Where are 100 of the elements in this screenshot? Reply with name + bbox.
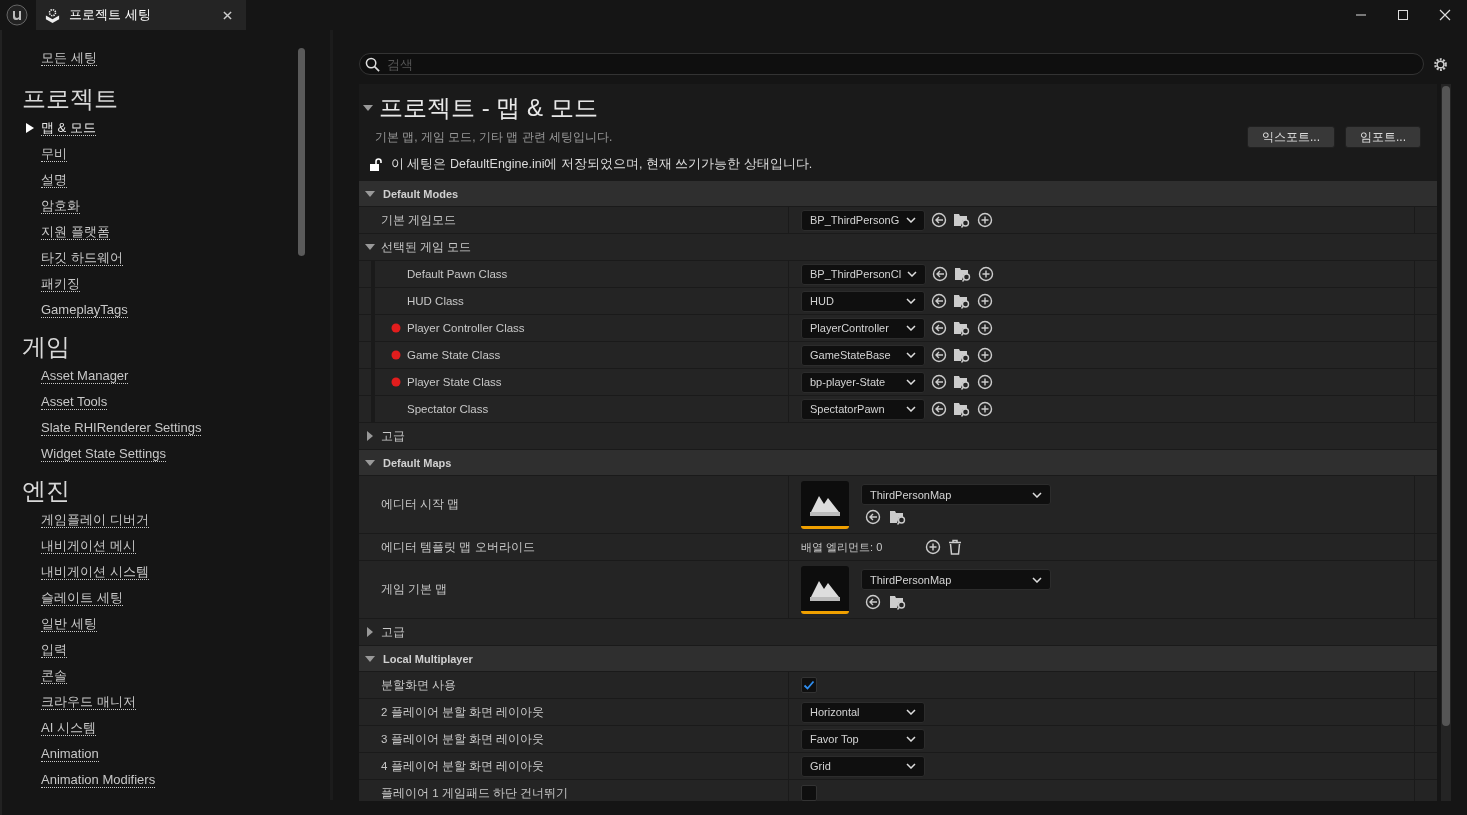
browse-folder-icon[interactable] bbox=[953, 320, 971, 336]
sidebar-item[interactable]: Asset Tools bbox=[41, 394, 108, 410]
section-header[interactable]: Local Multiplayer bbox=[359, 646, 1437, 672]
page-description: 기본 맵, 게임 모드, 기타 맵 관련 세팅입니다. bbox=[375, 128, 613, 146]
class-dropdown[interactable]: Horizontal bbox=[801, 701, 925, 723]
use-selected-icon[interactable] bbox=[931, 293, 947, 309]
chevron-icon bbox=[906, 298, 916, 304]
sidebar-item[interactable]: 일반 세팅 bbox=[41, 616, 97, 632]
class-dropdown[interactable]: BP_ThirdPersonG bbox=[801, 209, 925, 231]
property-label: 기본 게임모드 bbox=[381, 212, 457, 228]
expand-arrow-icon[interactable] bbox=[365, 627, 375, 637]
use-selected-icon[interactable] bbox=[931, 212, 947, 228]
class-dropdown[interactable]: GameStateBase bbox=[801, 344, 925, 366]
sidebar-item[interactable]: 암호화 bbox=[41, 198, 80, 214]
collapse-arrow-icon[interactable] bbox=[365, 457, 375, 468]
chevron-icon bbox=[906, 406, 916, 412]
sidebar-item[interactable]: 무비 bbox=[41, 146, 67, 162]
property-label: 4 플레이어 분할 화면 레이아웃 bbox=[381, 758, 545, 774]
class-dropdown[interactable]: SpectatorPawn bbox=[801, 398, 925, 420]
scrollbar-thumb[interactable] bbox=[1442, 86, 1450, 726]
search-field[interactable]: 검색 bbox=[359, 53, 1424, 75]
map-thumbnail[interactable] bbox=[801, 565, 849, 614]
browse-folder-icon[interactable] bbox=[889, 509, 907, 525]
class-dropdown[interactable]: BP_ThirdPersonCl bbox=[801, 263, 927, 285]
delete-icon[interactable] bbox=[947, 539, 963, 555]
property-label: Game State Class bbox=[407, 349, 501, 361]
settings-tab[interactable]: 프로젝트 세팅 bbox=[36, 0, 246, 30]
sidebar-item[interactable]: Asset Manager bbox=[41, 368, 129, 384]
maximize-icon[interactable] bbox=[1397, 9, 1409, 21]
sidebar-item[interactable]: 내비게이션 시스템 bbox=[41, 564, 149, 580]
class-dropdown[interactable]: Favor Top bbox=[801, 728, 925, 750]
class-dropdown[interactable]: bp-player-State bbox=[801, 371, 925, 393]
browse-folder-icon[interactable] bbox=[953, 401, 971, 417]
search-icon bbox=[365, 57, 380, 72]
class-dropdown[interactable]: Grid bbox=[801, 755, 925, 777]
browse-folder-icon[interactable] bbox=[953, 374, 971, 390]
property-label: 플레이어 1 게임패드 하단 건너뛰기 bbox=[381, 785, 569, 801]
sidebar-item[interactable]: AI 시스템 bbox=[41, 720, 96, 736]
add-icon[interactable] bbox=[977, 320, 993, 336]
sidebar-item[interactable]: 슬레이트 세팅 bbox=[41, 590, 123, 606]
section-header[interactable]: Default Maps bbox=[359, 450, 1437, 476]
sidebar-item[interactable]: 맵 & 모드 bbox=[41, 120, 96, 136]
sidebar-item[interactable]: Widget State Settings bbox=[41, 446, 166, 462]
all-settings-link[interactable]: 모든 세팅 bbox=[41, 50, 97, 66]
sidebar-item[interactable]: 입력 bbox=[41, 642, 67, 658]
section-header[interactable]: Default Modes bbox=[359, 181, 1437, 207]
use-selected-icon[interactable] bbox=[931, 401, 947, 417]
checkbox[interactable] bbox=[801, 785, 817, 801]
add-icon[interactable] bbox=[978, 266, 995, 282]
add-icon[interactable] bbox=[977, 293, 993, 309]
use-selected-icon[interactable] bbox=[865, 594, 881, 610]
close-icon[interactable] bbox=[1439, 9, 1451, 21]
sidebar-item[interactable]: 콘솔 bbox=[41, 668, 67, 684]
browse-folder-icon[interactable] bbox=[953, 347, 971, 363]
use-selected-icon[interactable] bbox=[931, 374, 947, 390]
add-icon[interactable] bbox=[977, 347, 993, 363]
settings-icon[interactable] bbox=[1432, 55, 1449, 73]
sidebar-item[interactable]: 패키징 bbox=[41, 276, 80, 292]
expand-arrow-icon[interactable] bbox=[365, 242, 375, 252]
expand-arrow-icon[interactable] bbox=[365, 431, 375, 441]
sidebar-item[interactable]: 게임플레이 디버거 bbox=[41, 512, 149, 528]
engine-logo-icon[interactable] bbox=[6, 4, 28, 26]
scrollbar-thumb[interactable] bbox=[298, 48, 305, 256]
browse-folder-icon[interactable] bbox=[889, 594, 907, 610]
sidebar-item[interactable]: Animation bbox=[41, 746, 99, 762]
collapse-arrow-icon[interactable] bbox=[365, 188, 375, 199]
use-selected-icon[interactable] bbox=[932, 266, 949, 282]
add-icon[interactable] bbox=[977, 401, 993, 417]
export-button[interactable]: 익스포트... bbox=[1246, 126, 1335, 148]
add-icon[interactable] bbox=[977, 212, 993, 228]
section-title: Default Maps bbox=[383, 456, 452, 469]
property-label: Player State Class bbox=[407, 376, 502, 388]
browse-folder-icon[interactable] bbox=[953, 293, 971, 309]
browse-folder-icon[interactable] bbox=[953, 212, 971, 228]
sidebar-item[interactable]: Slate RHIRenderer Settings bbox=[41, 420, 202, 436]
map-thumbnail[interactable] bbox=[801, 480, 849, 529]
use-selected-icon[interactable] bbox=[865, 509, 881, 525]
sidebar-item[interactable]: 타깃 하드웨어 bbox=[41, 250, 123, 266]
property-label: 3 플레이어 분할 화면 레이아웃 bbox=[381, 731, 545, 747]
collapse-arrow-icon[interactable] bbox=[363, 103, 373, 113]
class-dropdown[interactable]: HUD bbox=[801, 290, 925, 312]
close-tab-icon[interactable] bbox=[223, 10, 232, 20]
class-dropdown[interactable]: PlayerController bbox=[801, 317, 925, 339]
collapse-arrow-icon[interactable] bbox=[365, 653, 375, 664]
import-button[interactable]: 임포트... bbox=[1345, 126, 1421, 148]
use-selected-icon[interactable] bbox=[931, 320, 947, 336]
add-icon[interactable] bbox=[977, 374, 993, 390]
sidebar-item[interactable]: 설명 bbox=[41, 172, 67, 188]
map-dropdown[interactable]: ThirdPersonMap bbox=[861, 569, 1051, 590]
sidebar-item[interactable]: 크라우드 매니저 bbox=[41, 694, 136, 710]
sidebar-item[interactable]: 지원 플랫폼 bbox=[41, 224, 110, 240]
browse-folder-icon[interactable] bbox=[954, 266, 973, 282]
sidebar-item[interactable]: GameplayTags bbox=[41, 302, 128, 318]
checkbox[interactable] bbox=[801, 677, 817, 693]
sidebar-item[interactable]: Animation Modifiers bbox=[41, 772, 156, 788]
add-icon[interactable] bbox=[925, 539, 941, 555]
sidebar-item[interactable]: 내비게이션 메시 bbox=[41, 538, 136, 554]
use-selected-icon[interactable] bbox=[931, 347, 947, 363]
map-dropdown[interactable]: ThirdPersonMap bbox=[861, 484, 1051, 505]
chevron-icon bbox=[906, 325, 916, 331]
